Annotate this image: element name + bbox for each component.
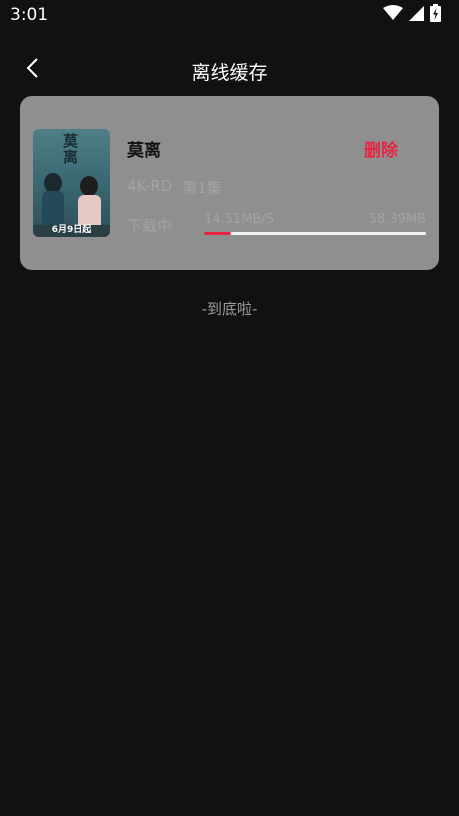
progress-fill bbox=[204, 232, 231, 235]
status-time: 3:01 bbox=[10, 5, 49, 25]
download-size: 58.39MB bbox=[368, 212, 426, 227]
battery-charging-icon bbox=[430, 4, 441, 26]
poster-image: 莫离 6月9日起 bbox=[33, 129, 110, 237]
wifi-icon bbox=[383, 5, 403, 25]
status-bar: 3:01 bbox=[0, 0, 459, 30]
download-status: 下载中 bbox=[127, 217, 173, 235]
poster-date: 6月9日起 bbox=[51, 225, 92, 235]
poster-title: 莫离 bbox=[63, 132, 79, 166]
nav-bar: 离线缓存 bbox=[0, 50, 459, 90]
episode-meta: 4K-RD 第1集 bbox=[127, 177, 222, 198]
download-speed: 14.51MB/S bbox=[204, 212, 274, 227]
delete-button[interactable]: 删除 bbox=[364, 136, 398, 161]
signal-icon bbox=[409, 5, 424, 25]
quality-label: 4K-RD bbox=[127, 177, 173, 195]
page-title: 离线缓存 bbox=[191, 62, 268, 84]
download-card[interactable]: 莫离 6月9日起 莫离 删除 4K-RD 第1集 下载中 14.51MB/S 5… bbox=[20, 96, 439, 270]
progress-bar bbox=[204, 232, 426, 235]
episode-label: 第1集 bbox=[182, 179, 222, 197]
end-of-list-text: -到底啦- bbox=[201, 300, 258, 318]
drama-name: 莫离 bbox=[127, 141, 161, 161]
status-icons bbox=[383, 4, 441, 26]
